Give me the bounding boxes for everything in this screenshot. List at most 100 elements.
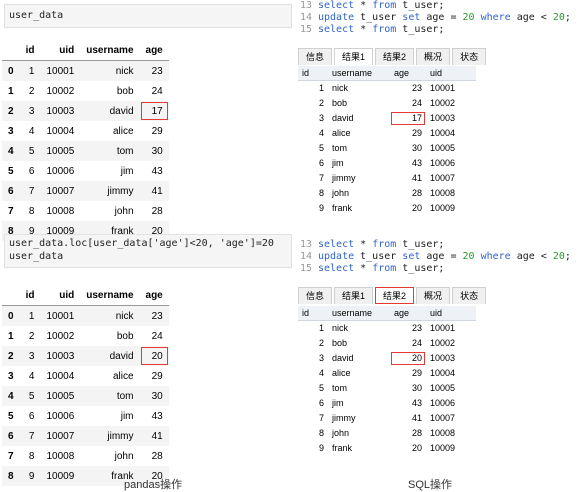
grid-cell[interactable]: bob	[328, 336, 390, 351]
grid-cell[interactable]: 10003	[426, 351, 476, 366]
grid-row[interactable]: 3 david 20 10003	[298, 351, 476, 366]
grid-cell[interactable]: 10008	[426, 186, 476, 201]
grid-row[interactable]: 7 jimmy 41 10007	[298, 171, 476, 186]
tab-4[interactable]: 状态	[452, 48, 487, 65]
grid-cell[interactable]: 28	[390, 426, 426, 441]
grid-cell[interactable]: 9	[298, 441, 328, 456]
grid-cell[interactable]: 5	[298, 381, 328, 396]
grid-cell[interactable]: tom	[328, 381, 390, 396]
tab-4[interactable]: 状态	[452, 287, 487, 304]
grid-cell[interactable]: 3	[298, 351, 328, 366]
grid-row[interactable]: 1 nick 23 10001	[298, 81, 476, 96]
grid-cell[interactable]: 4	[298, 126, 328, 141]
tab-3[interactable]: 概况	[416, 287, 451, 304]
grid-cell[interactable]: 10009	[426, 441, 476, 456]
grid-cell[interactable]: 24	[390, 336, 426, 351]
grid-cell[interactable]: 2	[298, 96, 328, 111]
grid-cell[interactable]: 1	[298, 81, 328, 96]
grid-row[interactable]: 5 tom 30 10005	[298, 381, 476, 396]
grid-cell[interactable]: 7	[298, 171, 328, 186]
grid-header-cell[interactable]: username	[328, 66, 390, 80]
tab-2[interactable]: 结果2	[375, 287, 415, 304]
grid-row[interactable]: 6 jim 43 10006	[298, 396, 476, 411]
grid-header-cell[interactable]: age	[390, 306, 426, 320]
grid-cell[interactable]: 10008	[426, 426, 476, 441]
grid-cell[interactable]: jim	[328, 396, 390, 411]
grid-cell[interactable]: 30	[390, 141, 426, 156]
grid-cell[interactable]: alice	[328, 366, 390, 381]
grid-cell[interactable]: 10005	[426, 381, 476, 396]
tab-1[interactable]: 结果1	[334, 287, 374, 304]
grid-header-cell[interactable]: id	[298, 66, 328, 80]
grid-row[interactable]: 8 john 28 10008	[298, 426, 476, 441]
grid-cell[interactable]: 20	[390, 441, 426, 456]
grid-cell[interactable]: 2	[298, 336, 328, 351]
sql-editor-1[interactable]: 13 select * from t_user; 14 update t_user s…	[298, 0, 588, 36]
grid-cell[interactable]: 43	[390, 156, 426, 171]
grid-cell[interactable]: 20	[390, 201, 426, 216]
grid-cell[interactable]: 10007	[426, 411, 476, 426]
grid-cell[interactable]: 10005	[426, 141, 476, 156]
grid-cell[interactable]: 7	[298, 411, 328, 426]
grid-cell[interactable]: alice	[328, 126, 390, 141]
grid-cell[interactable]: 23	[390, 81, 426, 96]
grid-cell[interactable]: 10003	[426, 111, 476, 126]
grid-cell[interactable]: 3	[298, 111, 328, 126]
grid-cell[interactable]: jim	[328, 156, 390, 171]
grid-cell[interactable]: 6	[298, 396, 328, 411]
grid-cell[interactable]: 10004	[426, 126, 476, 141]
grid-cell[interactable]: 10001	[426, 81, 476, 96]
code-cell-1[interactable]: user_data	[4, 4, 292, 28]
grid-cell[interactable]: david	[328, 111, 390, 126]
grid-cell[interactable]: nick	[328, 81, 390, 96]
grid-cell[interactable]: 24	[390, 96, 426, 111]
tab-0[interactable]: 信息	[298, 287, 333, 304]
grid-cell[interactable]: 8	[298, 186, 328, 201]
tab-3[interactable]: 概况	[416, 48, 451, 65]
grid-cell[interactable]: 29	[390, 126, 426, 141]
grid-cell[interactable]: 17	[390, 111, 426, 126]
grid-cell[interactable]: 8	[298, 426, 328, 441]
grid-header-cell[interactable]: id	[298, 306, 328, 320]
grid-row[interactable]: 1 nick 23 10001	[298, 321, 476, 336]
grid-row[interactable]: 4 alice 29 10004	[298, 366, 476, 381]
grid-cell[interactable]: jimmy	[328, 411, 390, 426]
code-cell-2[interactable]: user_data.loc[user_data['age']<20, 'age'…	[4, 234, 292, 268]
grid-cell[interactable]: 10006	[426, 156, 476, 171]
grid-cell[interactable]: jimmy	[328, 171, 390, 186]
grid-cell[interactable]: john	[328, 186, 390, 201]
grid-cell[interactable]: 4	[298, 366, 328, 381]
grid-cell[interactable]: 10007	[426, 171, 476, 186]
grid-cell[interactable]: 41	[390, 411, 426, 426]
grid-row[interactable]: 5 tom 30 10005	[298, 141, 476, 156]
grid-row[interactable]: 7 jimmy 41 10007	[298, 411, 476, 426]
grid-cell[interactable]: 10001	[426, 321, 476, 336]
grid-cell[interactable]: 10006	[426, 396, 476, 411]
grid-header-cell[interactable]: uid	[426, 306, 476, 320]
grid-cell[interactable]: tom	[328, 141, 390, 156]
grid-cell[interactable]: bob	[328, 96, 390, 111]
grid-row[interactable]: 3 david 17 10003	[298, 111, 476, 126]
grid-row[interactable]: 2 bob 24 10002	[298, 96, 476, 111]
grid-header-cell[interactable]: username	[328, 306, 390, 320]
result-grid-2[interactable]: id username age uid 1 nick 23 10001 2 bob 24 10002 3…	[298, 306, 476, 456]
sql-editor-2[interactable]: 13 select * from t_user; 14 update t_user s…	[298, 239, 588, 275]
grid-cell[interactable]: frank	[328, 201, 390, 216]
tab-2[interactable]: 结果2	[375, 48, 415, 65]
grid-cell[interactable]: frank	[328, 441, 390, 456]
grid-row[interactable]: 8 john 28 10008	[298, 186, 476, 201]
grid-cell[interactable]: 6	[298, 156, 328, 171]
grid-cell[interactable]: 43	[390, 396, 426, 411]
grid-cell[interactable]: 10009	[426, 201, 476, 216]
grid-cell[interactable]: 28	[390, 186, 426, 201]
grid-cell[interactable]: 10002	[426, 96, 476, 111]
grid-header-cell[interactable]: age	[390, 66, 426, 80]
tab-0[interactable]: 信息	[298, 48, 333, 65]
grid-cell[interactable]: 10002	[426, 336, 476, 351]
grid-cell[interactable]: 20	[390, 351, 426, 366]
grid-cell[interactable]: 30	[390, 381, 426, 396]
grid-cell[interactable]: john	[328, 426, 390, 441]
grid-header-cell[interactable]: uid	[426, 66, 476, 80]
grid-cell[interactable]: nick	[328, 321, 390, 336]
grid-cell[interactable]: 10004	[426, 366, 476, 381]
